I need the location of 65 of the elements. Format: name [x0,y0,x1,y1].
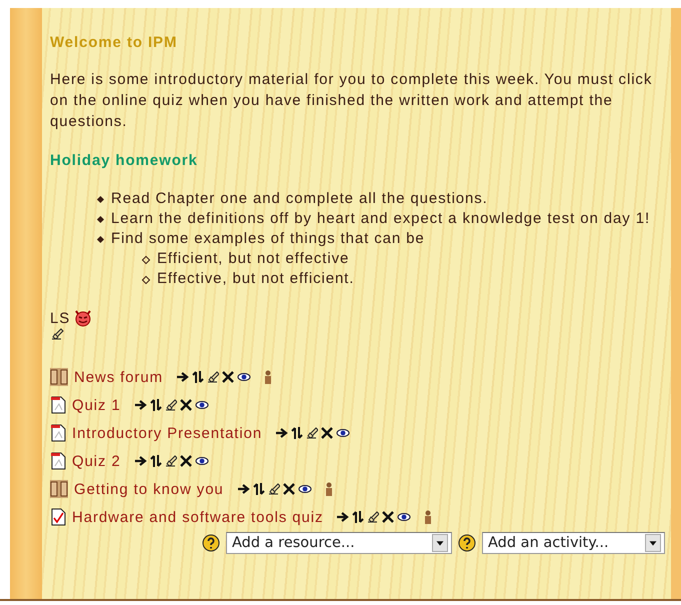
checklist-icon [50,508,66,526]
delete-icon[interactable] [282,483,295,495]
help-icon[interactable] [202,534,220,552]
devil-face-icon [74,309,92,327]
delete-icon[interactable] [321,427,334,439]
move-updown-icon[interactable] [192,371,204,383]
edit-icon[interactable] [164,455,177,467]
move-updown-icon[interactable] [291,427,304,439]
move-updown-icon[interactable] [252,483,265,495]
add-resource-dropdown[interactable]: Add a resource... [226,532,452,554]
person-icon[interactable] [324,482,333,496]
move-right-icon[interactable] [134,455,147,467]
edit-icon[interactable] [367,511,380,523]
eye-icon[interactable] [397,511,412,523]
activity-link[interactable]: News forum [74,368,164,386]
label-text: LS [50,310,70,326]
move-right-icon[interactable] [238,483,250,495]
eye-icon[interactable] [237,371,252,383]
activity-link[interactable]: Introductory Presentation [72,424,262,442]
bullet-icon [142,256,150,264]
document-icon [50,452,66,470]
delete-icon[interactable] [180,399,192,411]
edit-icon[interactable] [207,371,220,383]
bullet-icon [96,196,104,204]
activity-link[interactable]: Quiz 1 [72,396,121,414]
section-title: Welcome to IPM [50,34,178,51]
bullet-icon [96,236,104,244]
document-icon [50,396,66,414]
subheading: Holiday homework [50,152,199,169]
edit-icon[interactable] [50,328,64,340]
document-icon [50,424,66,442]
bullet-icon [142,276,150,284]
move-right-icon[interactable] [177,371,190,383]
bullet-icon [96,216,104,224]
edit-icon[interactable] [306,427,318,439]
eye-icon[interactable] [194,455,209,467]
move-updown-icon[interactable] [150,455,162,467]
move-right-icon[interactable] [134,399,147,411]
edit-icon[interactable] [164,399,177,411]
move-right-icon[interactable] [337,511,350,523]
person-icon[interactable] [424,510,432,524]
delete-icon[interactable] [382,511,394,523]
list-item-text: Effective, but not efficient. [157,269,354,289]
help-icon[interactable] [458,534,476,552]
list-item-text: Learn the definitions off by heart and expect a knowledge test on day 1! [111,209,650,229]
person-icon[interactable] [264,370,272,384]
move-updown-icon[interactable] [150,399,162,411]
activity-link[interactable]: Quiz 2 [72,452,121,470]
list-item-text: Find some examples of things that can be [111,229,425,249]
people-icon [50,480,68,498]
delete-icon[interactable] [222,371,234,383]
people-icon [50,368,68,386]
eye-icon[interactable] [298,483,312,495]
activity-link[interactable]: Hardware and software tools quiz [72,508,324,526]
eye-icon[interactable] [336,427,350,439]
move-right-icon[interactable] [276,427,288,439]
activity-link[interactable]: Getting to know you [74,480,224,498]
move-updown-icon[interactable] [352,511,364,523]
list-item-text: Read Chapter one and complete all the questions. [111,189,488,209]
eye-icon[interactable] [194,399,209,411]
delete-icon[interactable] [180,455,192,467]
edit-icon[interactable] [268,483,280,495]
list-item-text: Efficient, but not effective [157,249,350,269]
intro-paragraph: Here is some introductory material for you to complete this week. You must click on the online quiz when you have finished the written work and attempt the questions. [50,70,654,132]
add-activity-dropdown[interactable]: Add an activity... [482,532,665,554]
